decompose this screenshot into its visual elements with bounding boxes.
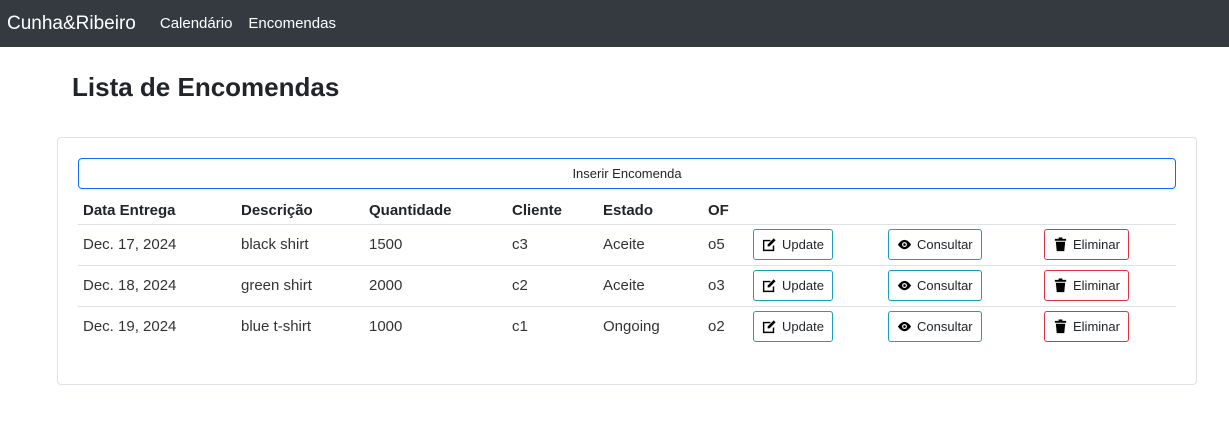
header-descricao: Descrição	[236, 189, 364, 225]
update-button[interactable]: Update	[753, 270, 833, 301]
page-title: Lista de Encomendas	[72, 72, 340, 102]
consult-label: Consultar	[917, 278, 973, 293]
cell-of: o2	[708, 318, 725, 336]
cell-of: o5	[703, 224, 748, 266]
cell-state: Aceite	[598, 265, 703, 307]
eye-icon	[897, 280, 912, 291]
cell-client: c2	[507, 265, 598, 307]
edit-icon	[762, 320, 776, 334]
table-row: Dec. 19, 2024 blue t-shirt 1000 c1 Ongoi…	[78, 306, 1176, 347]
eye-icon	[897, 239, 912, 250]
delete-button[interactable]: Eliminar	[1044, 311, 1129, 343]
cell-quantity: 1000	[369, 318, 403, 336]
orders-card: Inserir Encomenda Data Entrega Descrição…	[57, 137, 1197, 385]
table-row: Dec. 17, 2024 black shirt 1500 c3 Aceite…	[78, 224, 1176, 266]
eye-icon	[897, 322, 912, 332]
orders-table: Data Entrega Descrição Quantidade Client…	[78, 189, 1176, 347]
brand-logo[interactable]: Cunha&Ribeiro	[7, 13, 136, 35]
cell-date: Dec. 18, 2024	[78, 265, 236, 307]
cell-quantity: 1500	[364, 224, 507, 266]
cell-state: Aceite	[598, 224, 703, 266]
consult-button[interactable]: Consultar	[888, 311, 982, 343]
consult-button[interactable]: Consultar	[888, 270, 982, 301]
trash-icon	[1054, 237, 1067, 252]
edit-icon	[762, 279, 776, 293]
update-label: Update	[782, 278, 824, 293]
trash-icon	[1054, 319, 1067, 334]
delete-button[interactable]: Eliminar	[1044, 229, 1129, 260]
cell-description: blue t-shirt	[241, 318, 312, 336]
consult-button[interactable]: Consultar	[888, 229, 982, 260]
cell-date: Dec. 19, 2024	[83, 318, 177, 336]
delete-label: Eliminar	[1073, 278, 1120, 293]
update-label: Update	[782, 237, 824, 252]
update-button[interactable]: Update	[753, 311, 833, 343]
edit-icon	[762, 238, 776, 252]
delete-label: Eliminar	[1073, 237, 1120, 252]
header-data-entrega: Data Entrega	[78, 189, 236, 225]
header-estado: Estado	[598, 189, 703, 225]
cell-of: o3	[703, 265, 748, 307]
consult-label: Consultar	[917, 319, 973, 335]
header-of: OF	[703, 189, 748, 225]
nav-link-encomendas[interactable]: Encomendas	[248, 15, 336, 32]
cell-date: Dec. 17, 2024	[78, 224, 236, 266]
update-label: Update	[782, 319, 824, 335]
top-navbar: Cunha&Ribeiro Calendário Encomendas	[0, 0, 1229, 47]
trash-icon	[1054, 278, 1067, 293]
header-cliente: Cliente	[507, 189, 598, 225]
cell-quantity: 2000	[364, 265, 507, 307]
header-quantidade: Quantidade	[364, 189, 507, 225]
delete-label: Eliminar	[1073, 319, 1120, 335]
cell-client: c3	[507, 224, 598, 266]
cell-client: c1	[512, 318, 528, 336]
update-button[interactable]: Update	[753, 229, 833, 260]
cell-description: black shirt	[236, 224, 364, 266]
insert-order-button[interactable]: Inserir Encomenda	[78, 158, 1176, 189]
table-row: Dec. 18, 2024 green shirt 2000 c2 Aceite…	[78, 265, 1176, 307]
consult-label: Consultar	[917, 237, 973, 252]
nav-link-calendario[interactable]: Calendário	[160, 15, 233, 32]
delete-button[interactable]: Eliminar	[1044, 270, 1129, 301]
table-header-row: Data Entrega Descrição Quantidade Client…	[78, 189, 1176, 225]
cell-description: green shirt	[236, 265, 364, 307]
cell-state: Ongoing	[603, 318, 660, 336]
